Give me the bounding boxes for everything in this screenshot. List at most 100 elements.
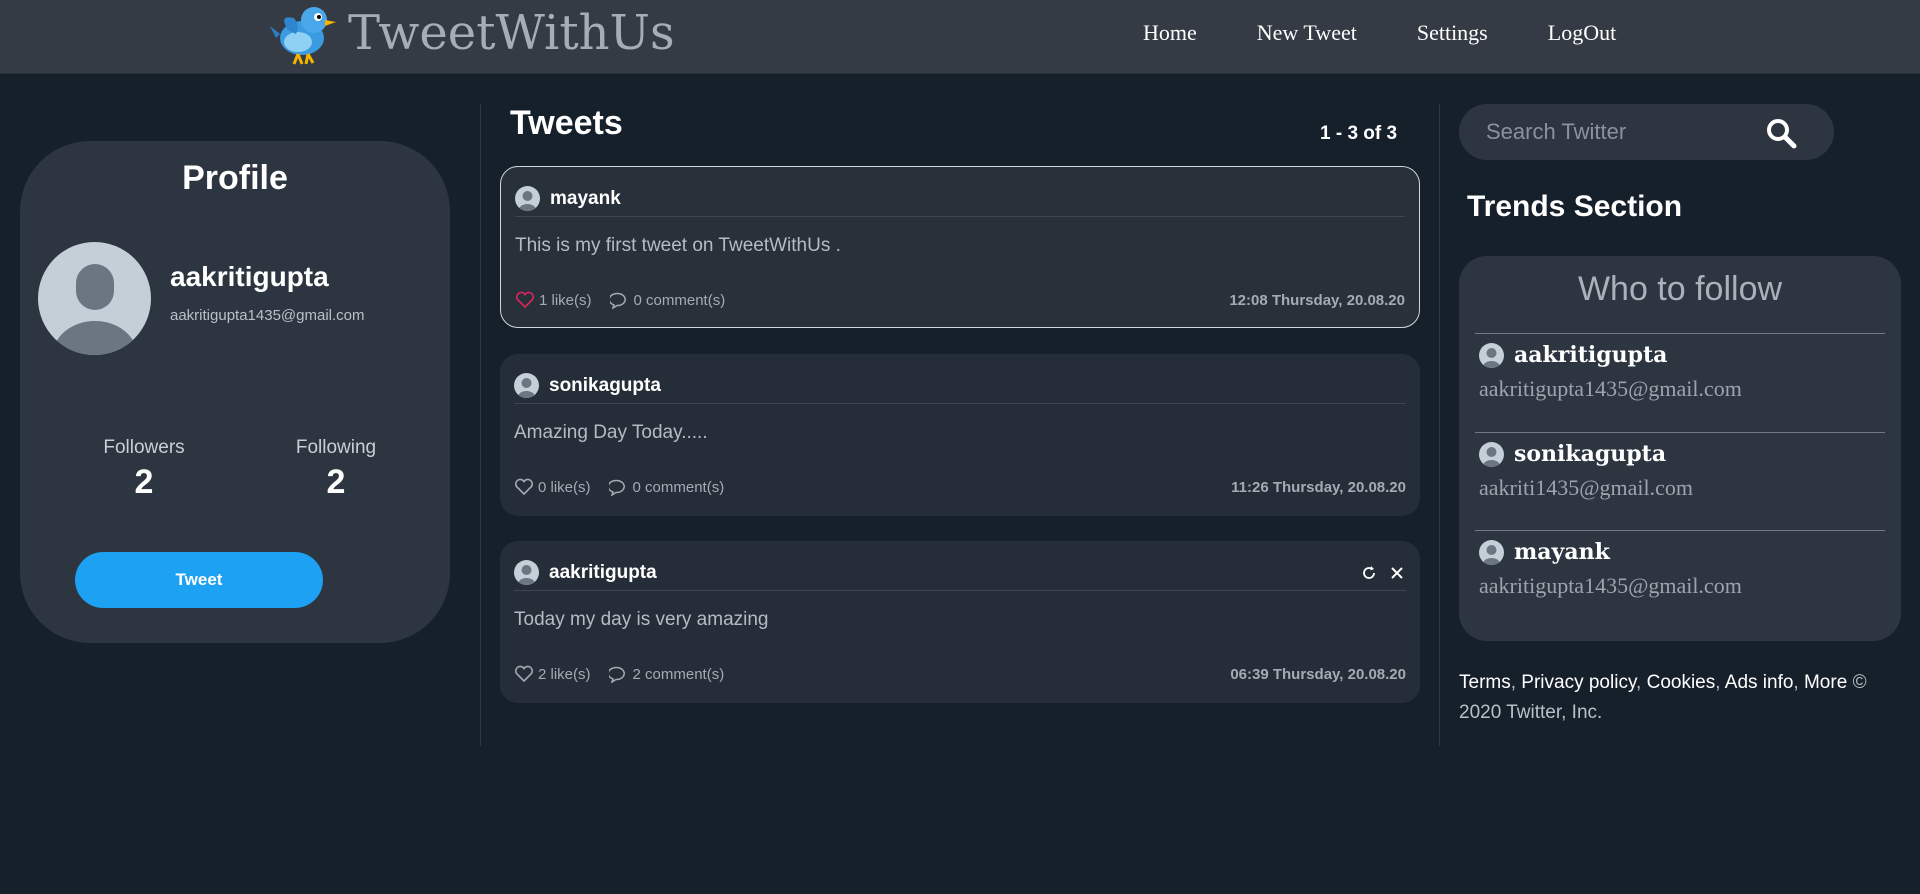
- search-box: [1459, 104, 1834, 160]
- profile-title: Profile: [182, 159, 288, 197]
- followers-count: 2: [134, 463, 154, 501]
- close-icon[interactable]: [1388, 564, 1406, 582]
- suggestion-name: sonikagupta: [1514, 441, 1667, 467]
- suggestion-name: mayank: [1514, 539, 1610, 565]
- footer-link-privacy[interactable]: Privacy policy: [1521, 672, 1636, 693]
- tweet-footer: 0 like(s) 0 comment(s) 11:26 Thursday, 2…: [514, 476, 1406, 498]
- nav-new-tweet[interactable]: New Tweet: [1257, 20, 1357, 46]
- like-button[interactable]: 1 like(s): [515, 291, 592, 309]
- user-avatar: [1479, 342, 1504, 368]
- followers-stat[interactable]: Followers 2: [79, 437, 209, 502]
- nav-logout[interactable]: LogOut: [1548, 20, 1616, 46]
- nav-links: Home New Tweet Settings LogOut: [1143, 20, 1676, 46]
- tweet-text: Amazing Day Today.....: [514, 422, 708, 443]
- footer-link-terms[interactable]: Terms: [1459, 672, 1511, 693]
- like-count: 0 like(s): [538, 478, 591, 496]
- who-to-follow-card: Who to follow aakritigupta aakritigupta1…: [1459, 256, 1901, 641]
- comment-button[interactable]: 2 comment(s): [608, 665, 725, 683]
- tweet-timestamp: 12:08 Thursday, 20.08.20: [1229, 291, 1405, 309]
- tweet-footer: 2 like(s) 2 comment(s) 06:39 Thursday, 2…: [514, 663, 1406, 685]
- follow-suggestion[interactable]: mayank aakritigupta1435@gmail.com: [1475, 530, 1885, 628]
- comment-count: 2 comment(s): [632, 665, 725, 683]
- user-avatar: [514, 560, 539, 585]
- user-avatar: [514, 373, 539, 398]
- user-avatar: [1479, 441, 1504, 467]
- like-button[interactable]: 0 like(s): [514, 478, 591, 496]
- tweet-card[interactable]: aakritigupta Today my day is very amazin…: [500, 541, 1420, 703]
- following-label: Following: [295, 437, 377, 458]
- suggestion-email: aakritigupta1435@gmail.com: [1479, 573, 1742, 598]
- search-icon[interactable]: [1765, 117, 1797, 149]
- tweet-header: aakritigupta: [514, 555, 1406, 591]
- comment-button[interactable]: 0 comment(s): [609, 291, 726, 309]
- comment-count: 0 comment(s): [632, 478, 725, 496]
- brand-name: TweetWithUs: [348, 5, 675, 61]
- avatar-icon: [1482, 544, 1501, 565]
- suggestion-email: aakriti1435@gmail.com: [1479, 475, 1693, 500]
- profile-avatar: [38, 242, 151, 355]
- avatar-icon: [517, 378, 536, 398]
- comment-button[interactable]: 0 comment(s): [608, 478, 725, 496]
- tweet-actions: [1350, 564, 1406, 582]
- trends-title: Trends Section: [1467, 190, 1683, 223]
- suggestion-email: aakritigupta1435@gmail.com: [1479, 376, 1742, 401]
- heart-icon: [514, 478, 534, 496]
- brand[interactable]: TweetWithUs: [268, 0, 675, 66]
- like-count: 1 like(s): [539, 291, 592, 309]
- follow-suggestion-header: mayank: [1479, 539, 1610, 565]
- search-input[interactable]: [1486, 116, 1746, 148]
- avatar-icon: [518, 191, 537, 211]
- pagination-info: 1 - 3 of 3: [1320, 123, 1398, 144]
- tweet-button[interactable]: Tweet: [75, 552, 323, 608]
- footer-link-cookies[interactable]: Cookies: [1647, 672, 1716, 693]
- comment-icon: [609, 292, 626, 309]
- refresh-icon[interactable]: [1360, 564, 1378, 582]
- tweet-timestamp: 06:39 Thursday, 20.08.20: [1230, 665, 1406, 683]
- comment-count: 0 comment(s): [633, 291, 726, 309]
- tweet-timestamp: 11:26 Thursday, 20.08.20: [1231, 478, 1406, 496]
- followers-label: Followers: [103, 437, 185, 458]
- heart-icon: [514, 665, 534, 683]
- tweet-header: mayank: [515, 181, 1405, 217]
- avatar-icon: [1482, 446, 1501, 467]
- follow-suggestion[interactable]: aakritigupta aakritigupta1435@gmail.com: [1475, 333, 1885, 431]
- column-divider-left: [480, 104, 481, 746]
- following-stat[interactable]: Following 2: [271, 437, 401, 502]
- follow-suggestion[interactable]: sonikagupta aakriti1435@gmail.com: [1475, 432, 1885, 530]
- user-avatar: [1479, 539, 1504, 565]
- avatar-icon: [1482, 347, 1501, 368]
- profile-email: aakritigupta1435@gmail.com: [170, 307, 365, 324]
- tweet-username[interactable]: aakritigupta: [549, 562, 657, 584]
- tweet-card[interactable]: sonikagupta Amazing Day Today..... 0 lik…: [500, 354, 1420, 516]
- footer-link-ads-info[interactable]: Ads info: [1725, 672, 1794, 693]
- avatar-icon: [517, 565, 536, 585]
- tweet-card[interactable]: mayank This is my first tweet on TweetWi…: [500, 166, 1420, 328]
- top-navbar: TweetWithUs Home New Tweet Settings LogO…: [0, 0, 1920, 74]
- who-to-follow-title: Who to follow: [1577, 270, 1783, 308]
- bird-logo-icon: [270, 7, 336, 65]
- nav-home[interactable]: Home: [1143, 20, 1197, 46]
- like-count: 2 like(s): [538, 665, 591, 683]
- suggestion-name: aakritigupta: [1514, 342, 1668, 368]
- comment-icon: [608, 666, 625, 683]
- column-divider-right: [1439, 104, 1440, 746]
- tweet-text: Today my day is very amazing: [514, 609, 769, 630]
- user-avatar: [515, 186, 540, 211]
- tweet-header: sonikagupta: [514, 368, 1406, 404]
- tweet-footer: 1 like(s) 0 comment(s) 12:08 Thursday, 2…: [515, 289, 1405, 311]
- avatar-icon: [53, 264, 137, 355]
- footer-link-more[interactable]: More: [1804, 672, 1847, 693]
- following-count: 2: [326, 463, 346, 501]
- tweets-title: Tweets: [510, 104, 623, 142]
- tweet-username[interactable]: mayank: [550, 188, 621, 210]
- footer: Terms, Privacy policy, Cookies, Ads info…: [1459, 672, 1867, 723]
- nav-settings[interactable]: Settings: [1417, 20, 1488, 46]
- profile-username: aakritigupta: [170, 261, 329, 292]
- tweet-username[interactable]: sonikagupta: [549, 375, 661, 397]
- like-button[interactable]: 2 like(s): [514, 665, 591, 683]
- profile-card: Profile aakritigupta aakritigupta1435@gm…: [20, 141, 450, 643]
- tweet-text: This is my first tweet on TweetWithUs .: [515, 235, 841, 256]
- heart-icon: [515, 291, 535, 309]
- follow-suggestion-header: aakritigupta: [1479, 342, 1667, 368]
- comment-icon: [608, 479, 625, 496]
